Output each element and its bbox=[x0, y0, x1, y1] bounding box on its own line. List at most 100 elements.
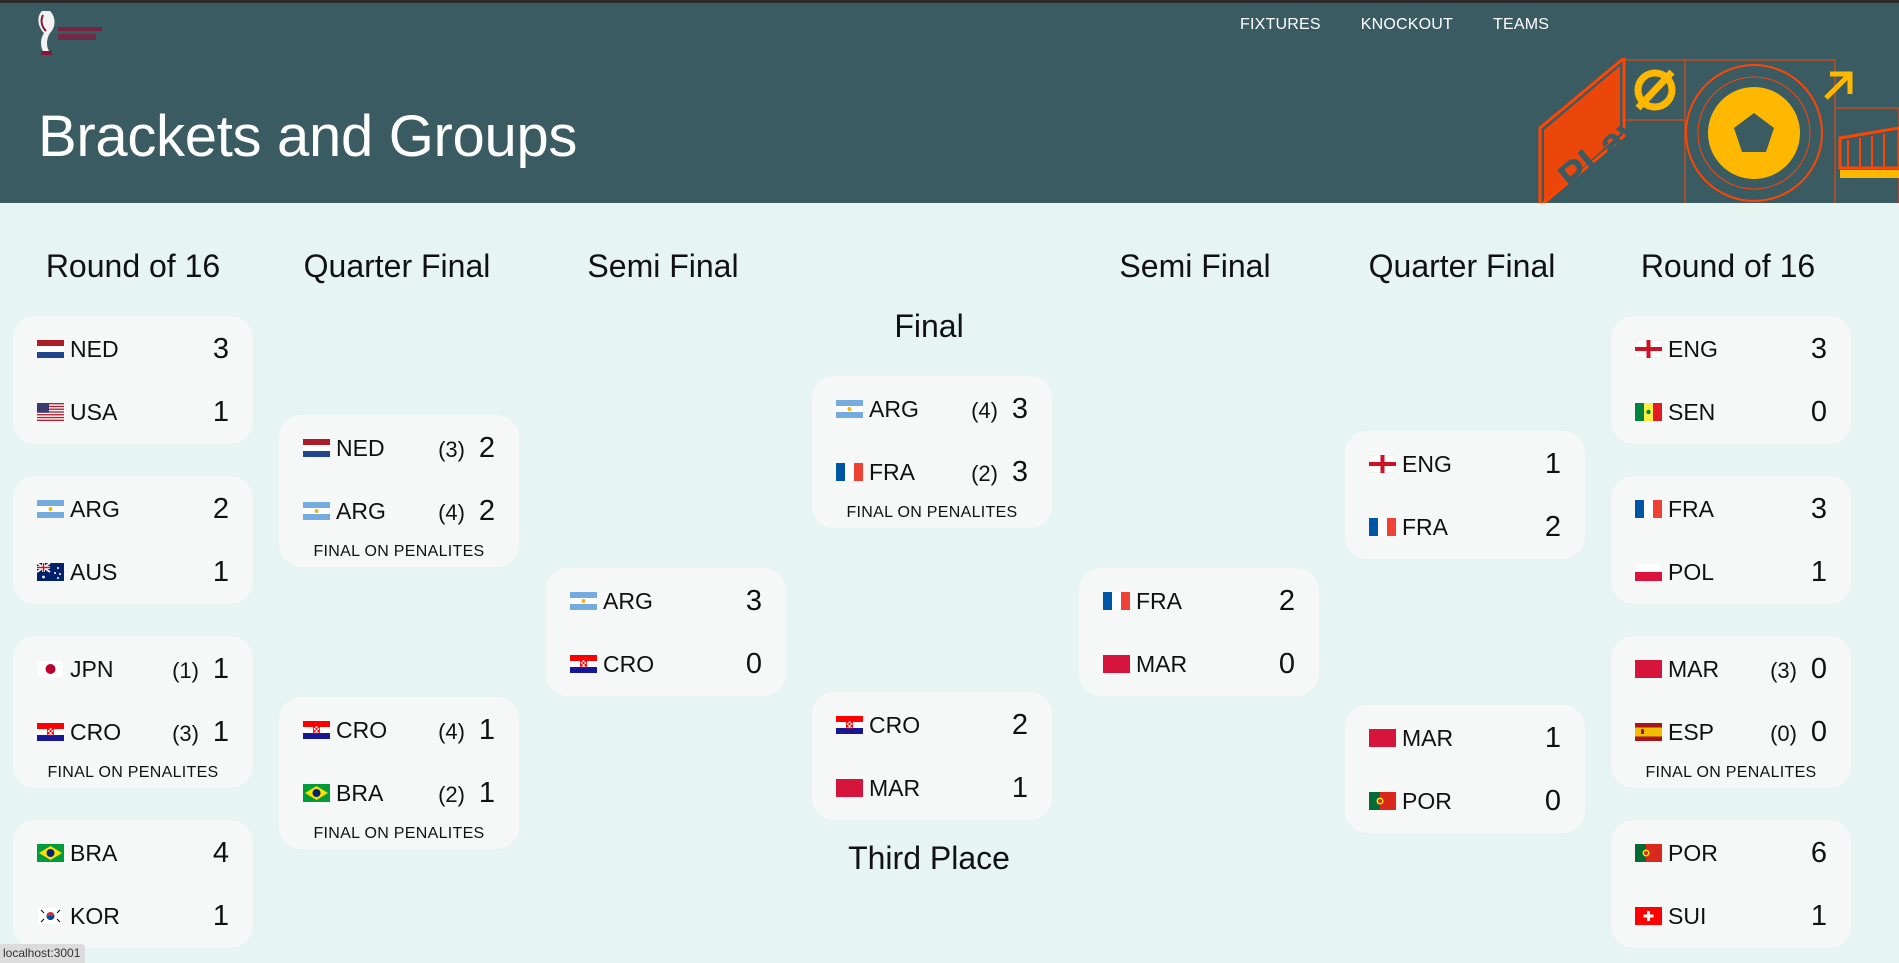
penalty-note: FINAL ON PENALITES bbox=[846, 504, 1018, 521]
team-row[interactable]: FRA (2) 3 bbox=[812, 452, 1052, 492]
team-score: 2 bbox=[1278, 585, 1295, 617]
match-card[interactable]: ARG 3 CRO 0 bbox=[546, 568, 786, 696]
penalty-score: (4) bbox=[438, 719, 465, 744]
match-card[interactable]: FRA 2 MAR 0 bbox=[1079, 568, 1319, 696]
team-code: USA bbox=[70, 399, 118, 425]
team-code: MAR bbox=[1402, 725, 1454, 751]
team-code: POL bbox=[1668, 559, 1715, 585]
eng-flag-icon bbox=[1635, 340, 1662, 358]
team-row[interactable]: NED (3) 2 bbox=[279, 428, 519, 468]
team-score: 0 bbox=[1544, 785, 1561, 817]
deco-null-icon bbox=[1624, 59, 1686, 121]
team-code: ARG bbox=[336, 498, 386, 524]
match-card[interactable]: POR 6 SUI 1 bbox=[1611, 820, 1851, 948]
sui-flag-icon bbox=[1635, 907, 1662, 925]
mar-flag-icon bbox=[836, 779, 863, 797]
team-row[interactable]: BRA 4 bbox=[13, 833, 253, 873]
team-score: 1 bbox=[212, 653, 229, 685]
pol-flag-icon bbox=[1635, 563, 1662, 581]
match-card[interactable]: CRO (4) 1 BRA (2) 1 FINAL ON PENALITES bbox=[279, 697, 519, 849]
aus-flag-icon bbox=[37, 563, 64, 581]
match-card[interactable]: FRA 3 POL 1 bbox=[1611, 476, 1851, 604]
ned-flag-icon bbox=[303, 439, 330, 457]
team-row[interactable]: USA 1 bbox=[13, 392, 253, 432]
team-score: 1 bbox=[478, 777, 495, 809]
match-card[interactable]: NED (3) 2 ARG (4) 2 FINAL ON PENALITES bbox=[279, 415, 519, 567]
team-row[interactable]: POR 0 bbox=[1345, 781, 1585, 821]
team-row[interactable]: CRO 0 bbox=[546, 644, 786, 684]
match-card[interactable]: ENG 1 FRA 2 bbox=[1345, 431, 1585, 559]
col-header-round16-left: Round of 16 bbox=[45, 248, 221, 284]
team-score: 0 bbox=[1810, 716, 1827, 748]
match-card[interactable]: CRO 2 MAR 1 bbox=[812, 692, 1052, 820]
team-code: BRA bbox=[70, 840, 118, 866]
match-card[interactable]: ENG 3 SEN 0 bbox=[1611, 316, 1851, 444]
penalty-score: (1) bbox=[172, 658, 199, 683]
team-code: MAR bbox=[1136, 651, 1188, 677]
team-row[interactable]: KOR 1 bbox=[13, 896, 253, 936]
arg-flag-icon bbox=[570, 592, 597, 610]
team-row[interactable]: MAR 1 bbox=[812, 768, 1052, 808]
team-row[interactable]: POR 6 bbox=[1611, 833, 1851, 873]
match-card[interactable]: MAR (3) 0 ESP (0) 0 FINAL ON PENALITES bbox=[1611, 636, 1851, 788]
match-card[interactable]: BRA 4 KOR 1 bbox=[13, 820, 253, 948]
team-row[interactable]: AUS 1 bbox=[13, 552, 253, 592]
eng-flag-icon bbox=[1369, 455, 1396, 473]
team-row[interactable]: MAR (3) 0 bbox=[1611, 649, 1851, 689]
team-row[interactable]: ARG 2 bbox=[13, 489, 253, 529]
team-row[interactable]: ENG 1 bbox=[1345, 444, 1585, 484]
nav-knockout[interactable]: KNOCKOUT bbox=[1361, 16, 1453, 34]
team-code: FRA bbox=[1136, 588, 1182, 614]
penalty-score: (4) bbox=[438, 500, 465, 525]
team-row[interactable]: SUI 1 bbox=[1611, 896, 1851, 936]
mar-flag-icon bbox=[1369, 729, 1396, 747]
team-score: 1 bbox=[478, 714, 495, 746]
team-code: CRO bbox=[336, 717, 388, 743]
team-row[interactable]: JPN (1) 1 bbox=[13, 649, 253, 689]
team-row[interactable]: SEN 0 bbox=[1611, 392, 1851, 432]
match-card[interactable]: ARG (4) 3 FRA (2) 3 FINAL ON PENALITES bbox=[812, 376, 1052, 528]
site-header: FIXTURES KNOCKOUT TEAMS Brackets and Gro… bbox=[0, 3, 1899, 203]
match-card[interactable]: MAR 1 POR 0 bbox=[1345, 705, 1585, 833]
team-row[interactable]: POL 1 bbox=[1611, 552, 1851, 592]
team-row[interactable]: FRA 2 bbox=[1345, 507, 1585, 547]
team-row[interactable]: MAR 0 bbox=[1079, 644, 1319, 684]
por-flag-icon bbox=[1369, 792, 1396, 810]
team-score: 0 bbox=[745, 648, 762, 680]
bra-flag-icon bbox=[37, 844, 64, 862]
team-score: 1 bbox=[212, 396, 229, 428]
team-row[interactable]: CRO (3) 1 bbox=[13, 712, 253, 752]
team-row[interactable]: MAR 1 bbox=[1345, 718, 1585, 758]
team-row[interactable]: NED 3 bbox=[13, 329, 253, 369]
match-card[interactable]: NED 3 USA 1 bbox=[13, 316, 253, 444]
team-row[interactable]: CRO (4) 1 bbox=[279, 710, 519, 750]
usa-flag-icon bbox=[37, 403, 64, 421]
team-code: FRA bbox=[1402, 514, 1448, 540]
team-score: 1 bbox=[1011, 772, 1028, 804]
penalty-score: (2) bbox=[438, 782, 465, 807]
arg-flag-icon bbox=[836, 400, 863, 418]
team-row[interactable]: ENG 3 bbox=[1611, 329, 1851, 369]
team-row[interactable]: FRA 2 bbox=[1079, 581, 1319, 621]
team-score: 1 bbox=[212, 900, 229, 932]
team-score: 2 bbox=[212, 493, 229, 525]
team-row[interactable]: CRO 2 bbox=[812, 705, 1052, 745]
team-code: ARG bbox=[869, 396, 919, 422]
team-row[interactable]: ARG (4) 3 bbox=[812, 389, 1052, 429]
penalty-note: FINAL ON PENALITES bbox=[313, 543, 485, 560]
team-row[interactable]: ESP (0) 0 bbox=[1611, 712, 1851, 752]
team-row[interactable]: ARG (4) 2 bbox=[279, 491, 519, 531]
team-score: 2 bbox=[1011, 709, 1028, 741]
nav-fixtures[interactable]: FIXTURES bbox=[1240, 16, 1321, 34]
match-card[interactable]: JPN (1) 1 CRO (3) 1 FINAL ON PENALITES bbox=[13, 636, 253, 788]
mar-flag-icon bbox=[1103, 655, 1130, 673]
cro-flag-icon bbox=[836, 716, 863, 734]
status-bar-url: localhost:3001 bbox=[0, 944, 85, 963]
team-code: POR bbox=[1402, 788, 1452, 814]
team-row[interactable]: BRA (2) 1 bbox=[279, 773, 519, 813]
team-row[interactable]: FRA 3 bbox=[1611, 489, 1851, 529]
team-row[interactable]: ARG 3 bbox=[546, 581, 786, 621]
world-cup-logo[interactable] bbox=[34, 7, 126, 57]
match-card[interactable]: ARG 2 AUS 1 bbox=[13, 476, 253, 604]
nav-teams[interactable]: TEAMS bbox=[1493, 16, 1549, 34]
